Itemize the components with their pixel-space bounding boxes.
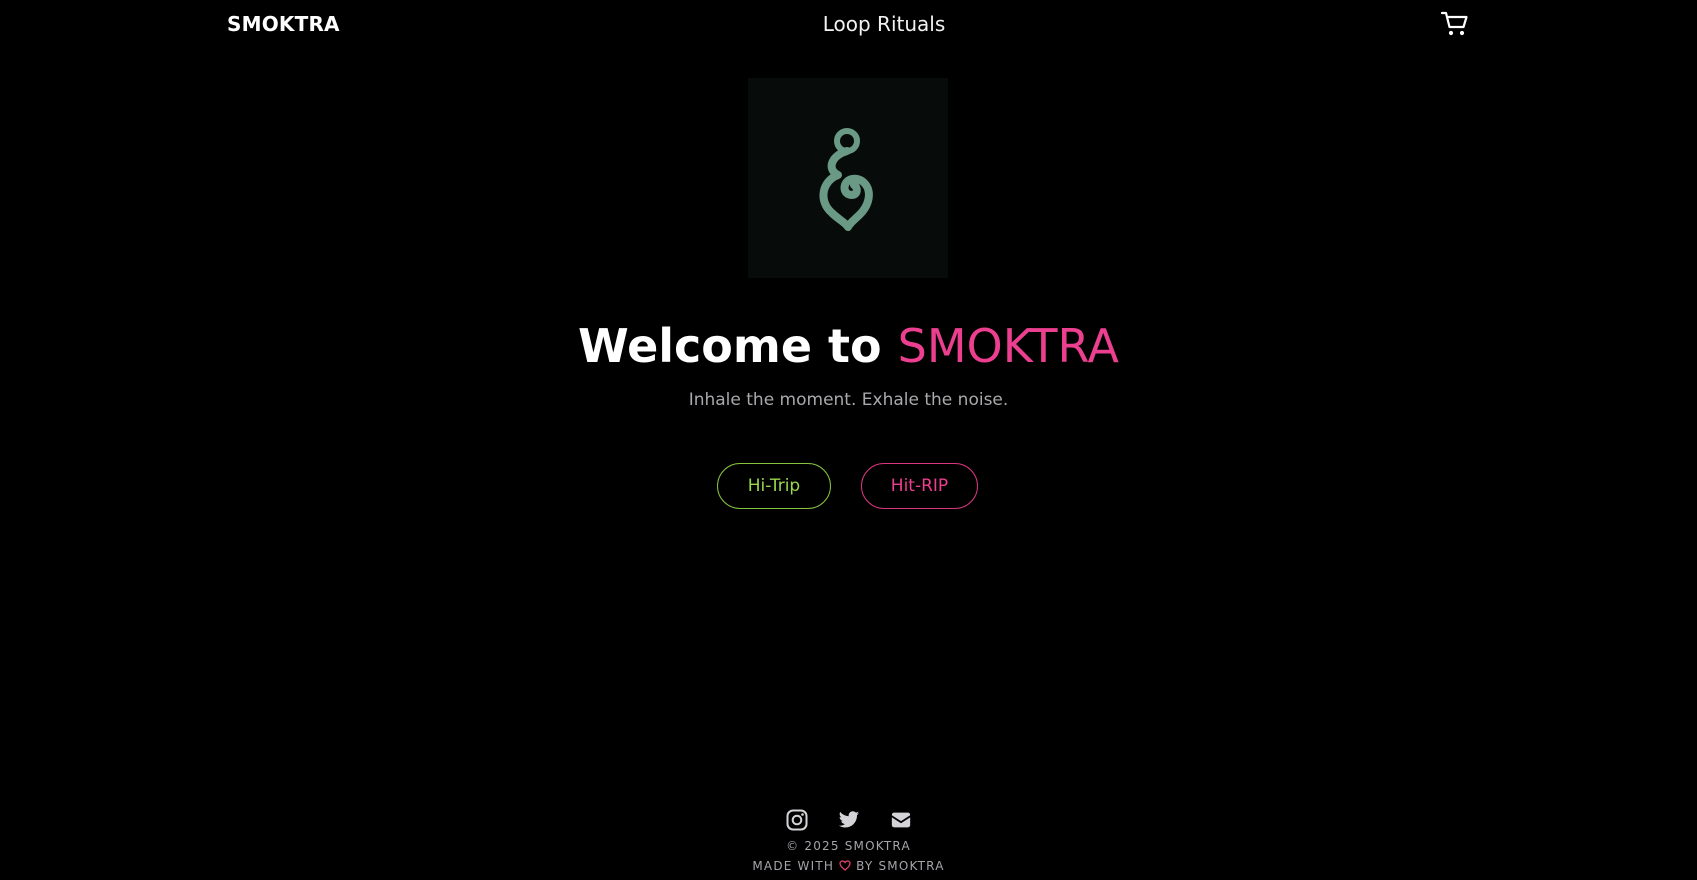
twitter-icon[interactable] bbox=[838, 809, 860, 831]
social-links bbox=[0, 809, 1697, 831]
hero-tagline: Inhale the moment. Exhale the noise. bbox=[688, 390, 1009, 410]
made-with-suffix: BY SMOKTRA bbox=[856, 859, 945, 873]
shopping-cart-icon bbox=[1440, 11, 1468, 36]
copyright-text: © 2025 SMOKTRA bbox=[786, 839, 911, 853]
cart-button[interactable] bbox=[1440, 10, 1470, 38]
hero-title: Welcome to SMOKTRA bbox=[0, 316, 1697, 376]
hero-title-prefix: Welcome to bbox=[577, 319, 882, 373]
instagram-icon[interactable] bbox=[786, 809, 808, 831]
heart-icon bbox=[839, 859, 856, 873]
landing-page: SMOKTRA Loop Rituals Welcome to SMOKTRA … bbox=[0, 0, 1697, 880]
hero-title-brand: SMOKTRA bbox=[897, 319, 1120, 373]
hi-trip-button[interactable]: Hi-Trip bbox=[717, 463, 831, 509]
email-icon[interactable] bbox=[890, 809, 912, 831]
hit-rip-button[interactable]: Hit-RIP bbox=[861, 463, 978, 509]
made-with-line: MADE WITH BY SMOKTRA bbox=[0, 859, 1697, 873]
made-with-prefix: MADE WITH bbox=[752, 859, 835, 873]
swirl-hook-logo bbox=[819, 128, 873, 231]
logo-tile bbox=[748, 78, 948, 278]
